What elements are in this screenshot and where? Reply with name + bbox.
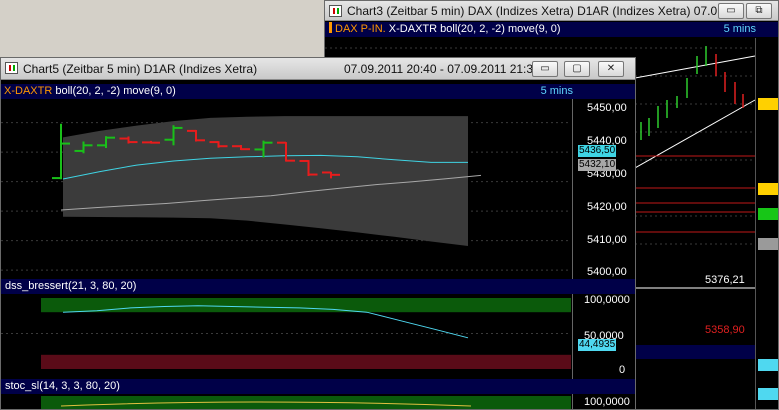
chart3-symbol2: X-DAXTR (388, 23, 438, 35)
chart3-titlebar[interactable]: Chart3 (Zeitbar 5 min) DAX (Indizes Xetr… (325, 1, 778, 21)
chart3-subheader (635, 345, 755, 359)
chart3-header: DAX P-IN. X-DAXTR boll(20, 2, -2) move(9… (325, 22, 778, 37)
chart3-bars (640, 46, 707, 140)
trend-line-upper (634, 55, 756, 79)
chart5-maximize-button[interactable]: ▢ (564, 61, 590, 77)
chart3-minimize-button[interactable]: ▭ (718, 3, 744, 19)
chart3-price-label: 5376,21 (705, 274, 745, 286)
chart-window-icon (5, 62, 18, 74)
chart3-symbol: DAX P-IN. (335, 23, 386, 35)
dss-svg (1, 298, 571, 369)
chart5-window[interactable]: Chart5 (Zeitbar 5 min) D1AR (Indizes Xet… (0, 57, 636, 410)
price-tag-cyan (758, 388, 778, 400)
mavg-last-tag: 5436,50 (578, 145, 617, 157)
dss-header: dss_bressert(21, 3, 80, 20) (1, 279, 635, 294)
price-axis-tick: 5410,00 (587, 234, 627, 246)
dss-label: dss_bressert(21, 3, 80, 20) (5, 280, 137, 292)
dss-overbought-zone (41, 298, 571, 313)
chart5-close-button[interactable]: ✕ (598, 61, 624, 77)
dss-axis[interactable]: 100,0000 50,0000 0 44,4935 (572, 294, 635, 379)
chart5-titlebar[interactable]: Chart5 (Zeitbar 5 min) D1AR (Indizes Xet… (1, 58, 635, 80)
dss-oversold-zone (41, 354, 571, 369)
symbol-marker (329, 22, 332, 33)
main-chart-header: X-DAXTR boll(20, 2, -2) move(9, 0) 5 min… (1, 84, 635, 99)
price-tag-grey (758, 238, 778, 250)
mid-last-tag: 5432,10 (578, 159, 617, 171)
stoc-svg (41, 396, 571, 409)
main-price-plot[interactable] (1, 99, 571, 279)
price-axis-tick: 5420,00 (587, 201, 627, 213)
stoc-plot[interactable] (1, 394, 571, 409)
stoc-axis-tick: 100,0000 (584, 396, 630, 408)
chart5-minimize-button[interactable]: ▭ (532, 61, 558, 77)
price-tag-green (758, 208, 778, 220)
stoc-axis[interactable]: 100,0000 (572, 394, 635, 409)
chart3-price-label: 5358,90 (705, 324, 745, 336)
stoc-overbought-zone (41, 396, 571, 409)
dss-axis-tick: 0 (619, 364, 626, 376)
price-axis-tick: 5400,00 (587, 266, 627, 278)
trend-line-lower (634, 99, 756, 169)
dss-last-tag: 44,4935 (578, 339, 617, 351)
chart3-period: 5 mins (723, 23, 756, 35)
chart-window-icon (329, 5, 342, 17)
price-tag-yellow (758, 183, 778, 195)
chart3-price-axis (755, 38, 778, 409)
stoc-label: stoc_sl(14, 3, 3, 80, 20) (5, 380, 120, 392)
dss-plot[interactable] (1, 294, 571, 379)
chart5-title: Chart5 (Zeitbar 5 min) D1AR (Indizes Xet… (23, 62, 258, 76)
main-indicators: boll(20, 2, -2) move(9, 0) (55, 85, 176, 97)
main-price-axis[interactable]: 5450,00 5440,00 5430,00 5420,00 5410,00 … (572, 99, 635, 279)
bollinger-band (63, 116, 468, 246)
chart5-date-range: 07.09.2011 20:40 - 07.09.2011 21:35 (344, 62, 540, 76)
price-tag-yellow (758, 98, 778, 110)
chart3-title: Chart3 (Zeitbar 5 min) DAX (Indizes Xetr… (347, 4, 728, 18)
price-tag-cyan (758, 359, 778, 371)
chart3-restore-button[interactable]: ⧉ (746, 3, 772, 19)
main-price-svg (1, 116, 571, 271)
main-period: 5 mins (540, 85, 573, 97)
dss-axis-tick: 100,0000 (584, 294, 630, 306)
stoc-header: stoc_sl(14, 3, 3, 80, 20) (1, 379, 635, 394)
chart3-indicators: boll(20, 2, -2) move(9, 0) (440, 23, 561, 35)
main-symbol: X-DAXTR (4, 85, 53, 97)
price-axis-tick: 5450,00 (587, 102, 627, 114)
